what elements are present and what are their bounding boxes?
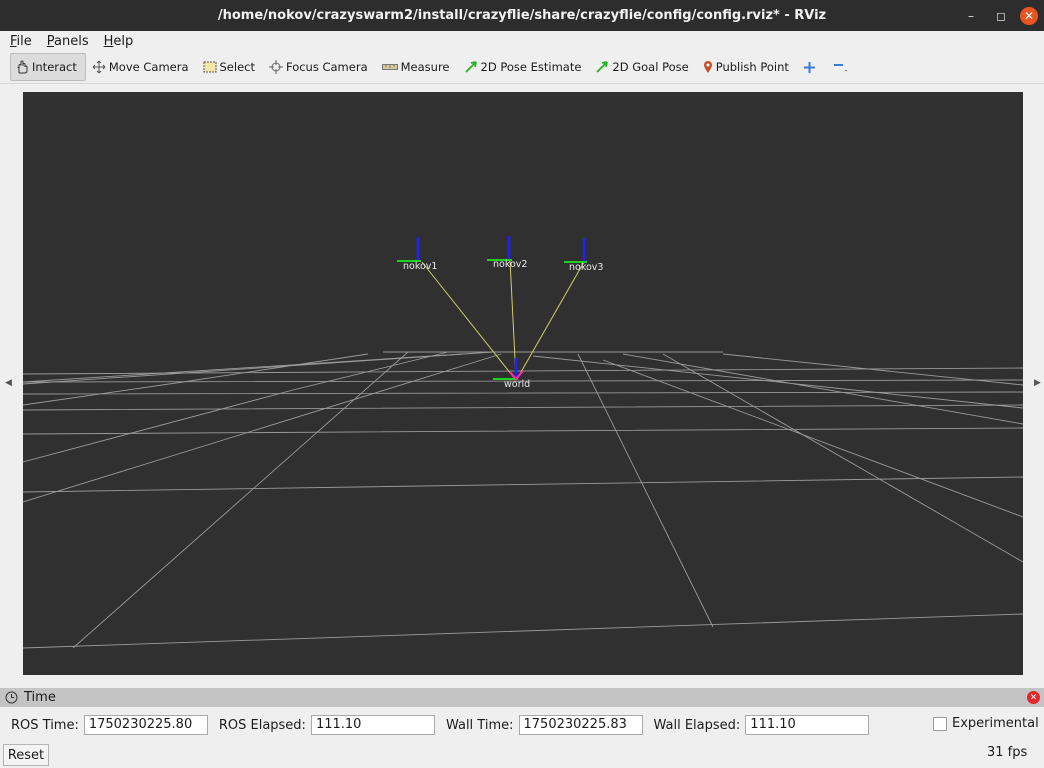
maximize-icon[interactable]: ◻ xyxy=(990,5,1012,27)
scene-canvas[interactable]: nokov1 nokov2 nokov3 world xyxy=(23,92,1023,675)
select-label: Select xyxy=(219,60,255,74)
green-arrow-icon xyxy=(596,61,609,73)
collapse-right-icon[interactable]: ▶ xyxy=(1034,378,1041,388)
focus-camera-tool-button[interactable]: Focus Camera xyxy=(265,54,376,80)
interact-label: Interact xyxy=(32,60,77,74)
menu-panels[interactable]: Panels xyxy=(37,34,94,49)
move-camera-label: Move Camera xyxy=(108,60,189,74)
map-pin-icon xyxy=(703,61,712,73)
ros-elapsed-label: ROS Elapsed: xyxy=(218,717,306,733)
publish-point-tool-button[interactable]: Publish Point xyxy=(699,54,797,80)
minus-icon xyxy=(833,64,847,72)
wall-elapsed-field[interactable]: 111.10 xyxy=(745,715,870,735)
time-row: ROS Time: 1750230225.80 ROS Elapsed: 111… xyxy=(0,712,1044,738)
experimental-label: Experimental xyxy=(952,716,1039,731)
time-panel-title: Time xyxy=(24,690,56,705)
minimize-icon[interactable]: – xyxy=(960,5,982,27)
tf-links xyxy=(421,259,585,380)
add-tool-button[interactable] xyxy=(799,54,827,80)
green-arrow-icon xyxy=(464,61,477,73)
window-title: /home/nokov/crazyswarm2/install/crazyfli… xyxy=(217,8,827,23)
ros-time-field[interactable]: 1750230225.80 xyxy=(83,715,208,735)
panel-close-icon[interactable]: ✕ xyxy=(1027,691,1040,704)
frame-label-world: world xyxy=(504,379,530,390)
wall-elapsed-label: Wall Elapsed: xyxy=(653,717,741,733)
pose-estimate-tool-button[interactable]: 2D Pose Estimate xyxy=(460,54,590,80)
close-icon[interactable]: ✕ xyxy=(1020,6,1038,25)
wall-time-label: Wall Time: xyxy=(445,717,514,733)
wall-time-field[interactable]: 1750230225.83 xyxy=(518,715,643,735)
pose-estimate-label: 2D Pose Estimate xyxy=(480,60,582,74)
select-tool-button[interactable]: Select xyxy=(199,54,263,80)
frame-nokov2: nokov2 xyxy=(487,236,527,270)
frame-nokov1: nokov1 xyxy=(397,237,437,272)
move-arrows-icon xyxy=(92,60,106,74)
fps-counter: 31 fps xyxy=(987,745,1028,760)
interact-tool-button[interactable]: Interact xyxy=(10,53,86,81)
publish-point-label: Publish Point xyxy=(715,60,789,74)
ros-time-label: ROS Time: xyxy=(11,717,79,733)
frame-label-nokov2: nokov2 xyxy=(493,259,527,270)
focus-camera-label: Focus Camera xyxy=(285,60,368,74)
collapse-left-icon[interactable]: ◀ xyxy=(5,378,12,388)
3d-viewport[interactable]: nokov1 nokov2 nokov3 world xyxy=(23,92,1023,675)
frame-world: world xyxy=(493,358,530,390)
ruler-icon xyxy=(381,64,398,70)
plus-icon xyxy=(803,61,815,73)
select-box-icon xyxy=(203,61,216,73)
title-bar: /home/nokov/crazyswarm2/install/crazyfli… xyxy=(0,0,1044,31)
move-camera-tool-button[interactable]: Move Camera xyxy=(88,54,197,80)
goal-pose-tool-button[interactable]: 2D Goal Pose xyxy=(591,54,696,80)
measure-label: Measure xyxy=(400,60,450,74)
time-panel-header: Time ✕ xyxy=(0,688,1044,707)
crosshair-icon xyxy=(268,60,283,74)
menu-bar: File Panels Help xyxy=(0,31,1044,51)
ground-grid xyxy=(23,351,1023,649)
remove-tool-button[interactable] xyxy=(829,54,860,80)
frame-label-nokov1: nokov1 xyxy=(403,261,437,272)
hand-pointer-icon xyxy=(17,60,28,74)
clock-icon xyxy=(5,691,18,704)
goal-pose-label: 2D Goal Pose xyxy=(612,60,689,74)
menu-file[interactable]: File xyxy=(0,34,37,49)
experimental-checkbox[interactable] xyxy=(933,716,947,731)
frame-nokov3: nokov3 xyxy=(564,238,603,273)
ros-elapsed-field[interactable]: 111.10 xyxy=(310,715,435,735)
measure-tool-button[interactable]: Measure xyxy=(378,54,458,80)
menu-help[interactable]: Help xyxy=(94,34,139,49)
experimental-option[interactable]: Experimental xyxy=(933,716,1039,731)
tool-bar: Interact Move Camera Select Focus Camera… xyxy=(0,51,1044,84)
reset-button[interactable]: Reset xyxy=(3,744,49,766)
frame-label-nokov3: nokov3 xyxy=(569,262,603,273)
